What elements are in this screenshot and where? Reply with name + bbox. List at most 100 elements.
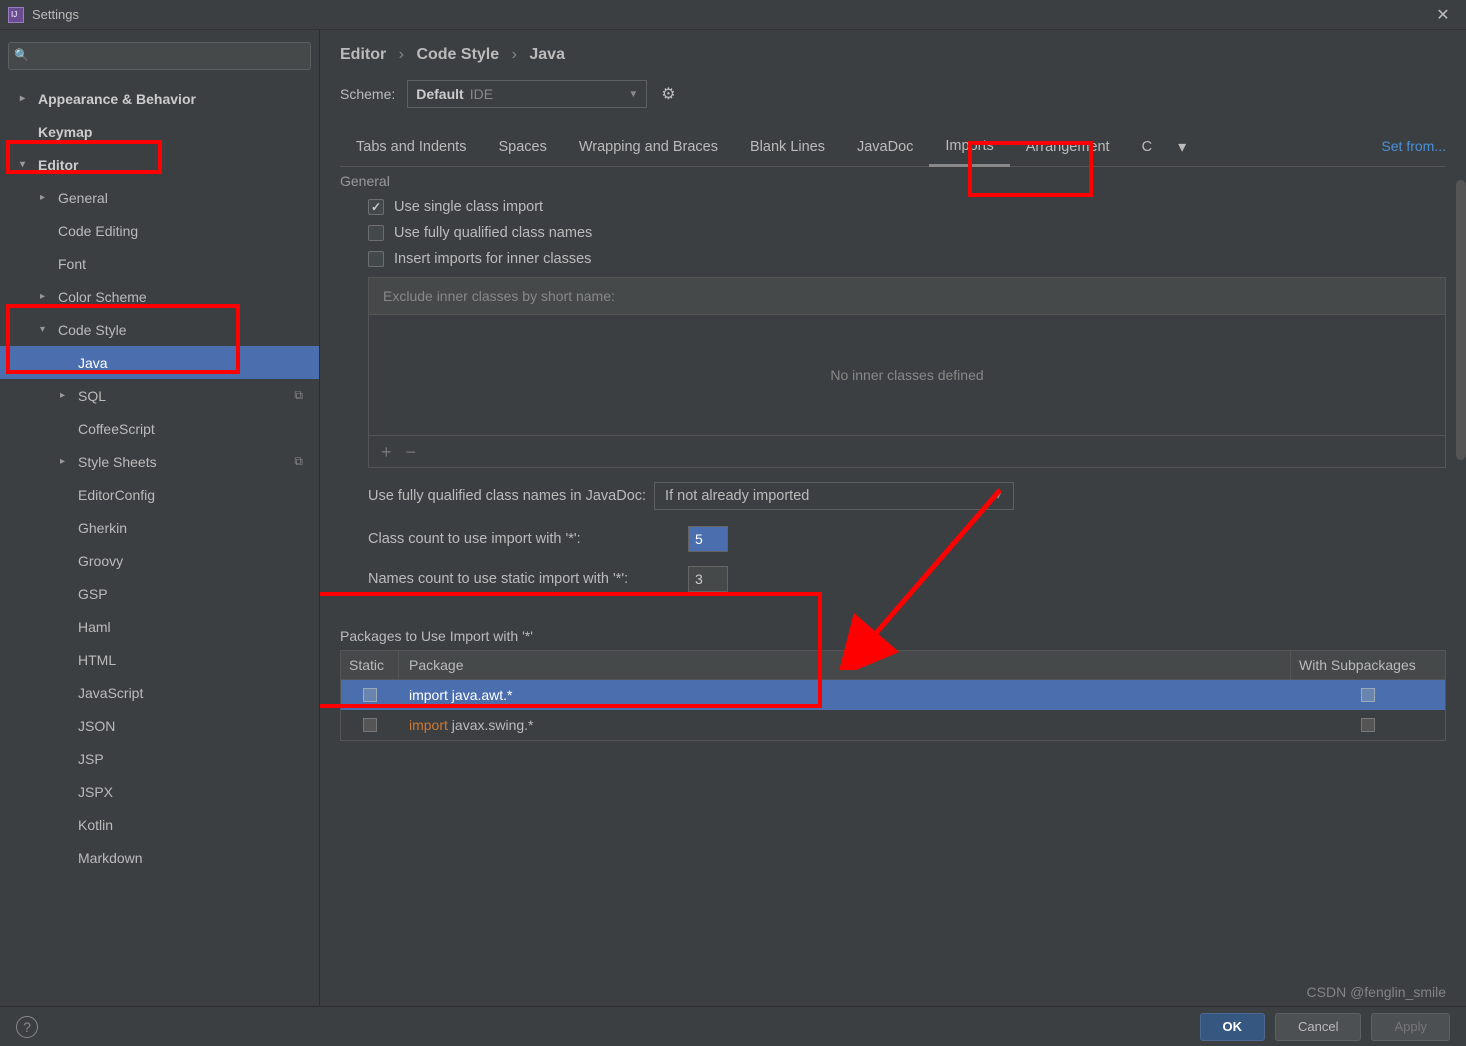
sidebar-item-code-style[interactable]: ▾Code Style — [0, 313, 319, 346]
package-row[interactable]: import javax.swing.* — [341, 710, 1445, 740]
titlebar: Settings ✕ — [0, 0, 1466, 30]
col-sub[interactable]: With Subpackages — [1291, 651, 1445, 679]
tab-arrangement[interactable]: Arrangement — [1010, 129, 1126, 165]
checkbox-icon[interactable] — [1361, 688, 1375, 702]
sidebar-item-haml[interactable]: ▸Haml — [0, 610, 319, 643]
option-single-class-import[interactable]: Use single class import — [368, 199, 1446, 215]
sidebar-item-label: Code Editing — [58, 223, 138, 239]
checkbox-icon[interactable] — [1361, 718, 1375, 732]
sidebar-item-label: Java — [78, 355, 108, 371]
option-label: Use single class import — [394, 199, 543, 215]
sidebar-item-editorconfig[interactable]: ▸EditorConfig — [0, 478, 319, 511]
sidebar-item-label: EditorConfig — [78, 487, 155, 503]
packages-title: Packages to Use Import with '*' — [340, 628, 1446, 644]
checkbox-icon[interactable] — [363, 688, 377, 702]
chevron-right-icon: ▸ — [60, 456, 74, 467]
copy-icon[interactable]: ⧉ — [294, 388, 303, 403]
chevron-down-icon: ▼ — [628, 89, 638, 100]
sidebar-item-label: GSP — [78, 586, 108, 602]
chevron-down-icon: ▾ — [40, 324, 54, 335]
tab-tabs-and-indents[interactable]: Tabs and Indents — [340, 129, 482, 165]
sidebar-item-label: SQL — [78, 388, 106, 404]
class-count-label: Class count to use import with '*': — [368, 531, 688, 547]
sidebar-item-code-editing[interactable]: ▸Code Editing — [0, 214, 319, 247]
chevron-down-icon: ▼ — [993, 491, 1003, 502]
sidebar-item-label: Kotlin — [78, 817, 113, 833]
tab-c[interactable]: C — [1126, 129, 1168, 165]
checkbox-icon[interactable] — [368, 225, 384, 241]
option-insert-inner[interactable]: Insert imports for inner classes — [368, 251, 1446, 267]
col-package[interactable]: Package — [399, 651, 1291, 679]
sidebar-item-gherkin[interactable]: ▸Gherkin — [0, 511, 319, 544]
sidebar-item-label: General — [58, 190, 108, 206]
breadcrumb-item[interactable]: Code Style — [416, 46, 499, 63]
chevron-right-icon: ▸ — [40, 192, 54, 203]
scheme-value: Default — [416, 86, 463, 102]
checkbox-icon[interactable] — [368, 251, 384, 267]
checkbox-icon[interactable] — [368, 199, 384, 215]
sidebar-item-keymap[interactable]: ▸Keymap — [0, 115, 319, 148]
ok-button[interactable]: OK — [1200, 1013, 1266, 1041]
sidebar-item-gsp[interactable]: ▸GSP — [0, 577, 319, 610]
close-icon[interactable]: ✕ — [1428, 0, 1458, 30]
tab-wrapping-and-braces[interactable]: Wrapping and Braces — [563, 129, 734, 165]
sidebar-item-label: Editor — [38, 157, 78, 173]
checkbox-icon[interactable] — [363, 718, 377, 732]
sidebar-item-general[interactable]: ▸ General — [0, 181, 319, 214]
breadcrumb-item[interactable]: Editor — [340, 46, 386, 63]
help-icon[interactable]: ? — [16, 1016, 38, 1038]
scrollbar[interactable] — [1456, 180, 1466, 460]
breadcrumb: Editor › Code Style › Java — [340, 46, 1446, 64]
javadoc-select[interactable]: If not already imported ▼ — [654, 482, 1014, 510]
sidebar-item-kotlin[interactable]: ▸Kotlin — [0, 808, 319, 841]
sidebar-item-label: JSON — [78, 718, 115, 734]
sidebar-item-markdown[interactable]: ▸Markdown — [0, 841, 319, 874]
sidebar-item-jspx[interactable]: ▸JSPX — [0, 775, 319, 808]
sidebar-item-java[interactable]: ▸Java — [0, 346, 319, 379]
copy-icon[interactable]: ⧉ — [294, 454, 303, 469]
sidebar-item-html[interactable]: ▸HTML — [0, 643, 319, 676]
breadcrumb-item: Java — [529, 46, 565, 63]
sidebar-item-editor[interactable]: ▾Editor — [0, 148, 319, 181]
sidebar-item-javascript[interactable]: ▸JavaScript — [0, 676, 319, 709]
remove-icon[interactable]: − — [406, 443, 417, 461]
sidebar-item-font[interactable]: ▸Font — [0, 247, 319, 280]
col-static[interactable]: Static — [341, 651, 399, 679]
names-count-input[interactable] — [688, 566, 728, 592]
tab-javadoc[interactable]: JavaDoc — [841, 129, 929, 165]
add-icon[interactable]: + — [381, 443, 392, 461]
tab-blank-lines[interactable]: Blank Lines — [734, 129, 841, 165]
sidebar-item-jsp[interactable]: ▸JSP — [0, 742, 319, 775]
exclude-header: Exclude inner classes by short name: — [369, 278, 1445, 315]
sidebar-item-groovy[interactable]: ▸Groovy — [0, 544, 319, 577]
settings-tree[interactable]: ▸Appearance & Behavior▸Keymap▾Editor▸Gen… — [0, 82, 319, 1006]
gear-icon[interactable]: ⚙ — [661, 84, 675, 104]
option-fully-qualified[interactable]: Use fully qualified class names — [368, 225, 1446, 241]
option-label: Use fully qualified class names — [394, 225, 592, 241]
chevron-right-icon: ▸ — [40, 291, 54, 302]
exclude-inner-box: Exclude inner classes by short name: No … — [368, 277, 1446, 468]
window-title: Settings — [32, 7, 79, 22]
sidebar-item-style-sheets[interactable]: ▸Style Sheets⧉ — [0, 445, 319, 478]
search-icon: 🔍 — [14, 48, 29, 62]
sidebar-item-sql[interactable]: ▸SQL⧉ — [0, 379, 319, 412]
tabs-more-icon[interactable]: ▾ — [1168, 129, 1196, 165]
sidebar-item-label: JavaScript — [78, 685, 143, 701]
scheme-select[interactable]: Default IDE ▼ — [407, 80, 647, 108]
exclude-toolbar: + − — [369, 435, 1445, 467]
scheme-tag: IDE — [470, 86, 493, 102]
search-input[interactable] — [8, 42, 311, 70]
apply-button[interactable]: Apply — [1371, 1013, 1450, 1041]
sidebar-item-json[interactable]: ▸JSON — [0, 709, 319, 742]
set-from-link[interactable]: Set from... — [1381, 138, 1446, 154]
tab-spaces[interactable]: Spaces — [482, 129, 562, 165]
sidebar-item-coffeescript[interactable]: ▸CoffeeScript — [0, 412, 319, 445]
class-count-input[interactable] — [688, 526, 728, 552]
cancel-button[interactable]: Cancel — [1275, 1013, 1361, 1041]
scheme-row: Scheme: Default IDE ▼ ⚙ — [340, 80, 1446, 108]
sidebar-item-appearance-behavior[interactable]: ▸Appearance & Behavior — [0, 82, 319, 115]
tab-imports[interactable]: Imports — [929, 128, 1009, 167]
sidebar-item-color-scheme[interactable]: ▸Color Scheme — [0, 280, 319, 313]
package-row[interactable]: import java.awt.* — [341, 680, 1445, 710]
sidebar-item-label: JSPX — [78, 784, 113, 800]
